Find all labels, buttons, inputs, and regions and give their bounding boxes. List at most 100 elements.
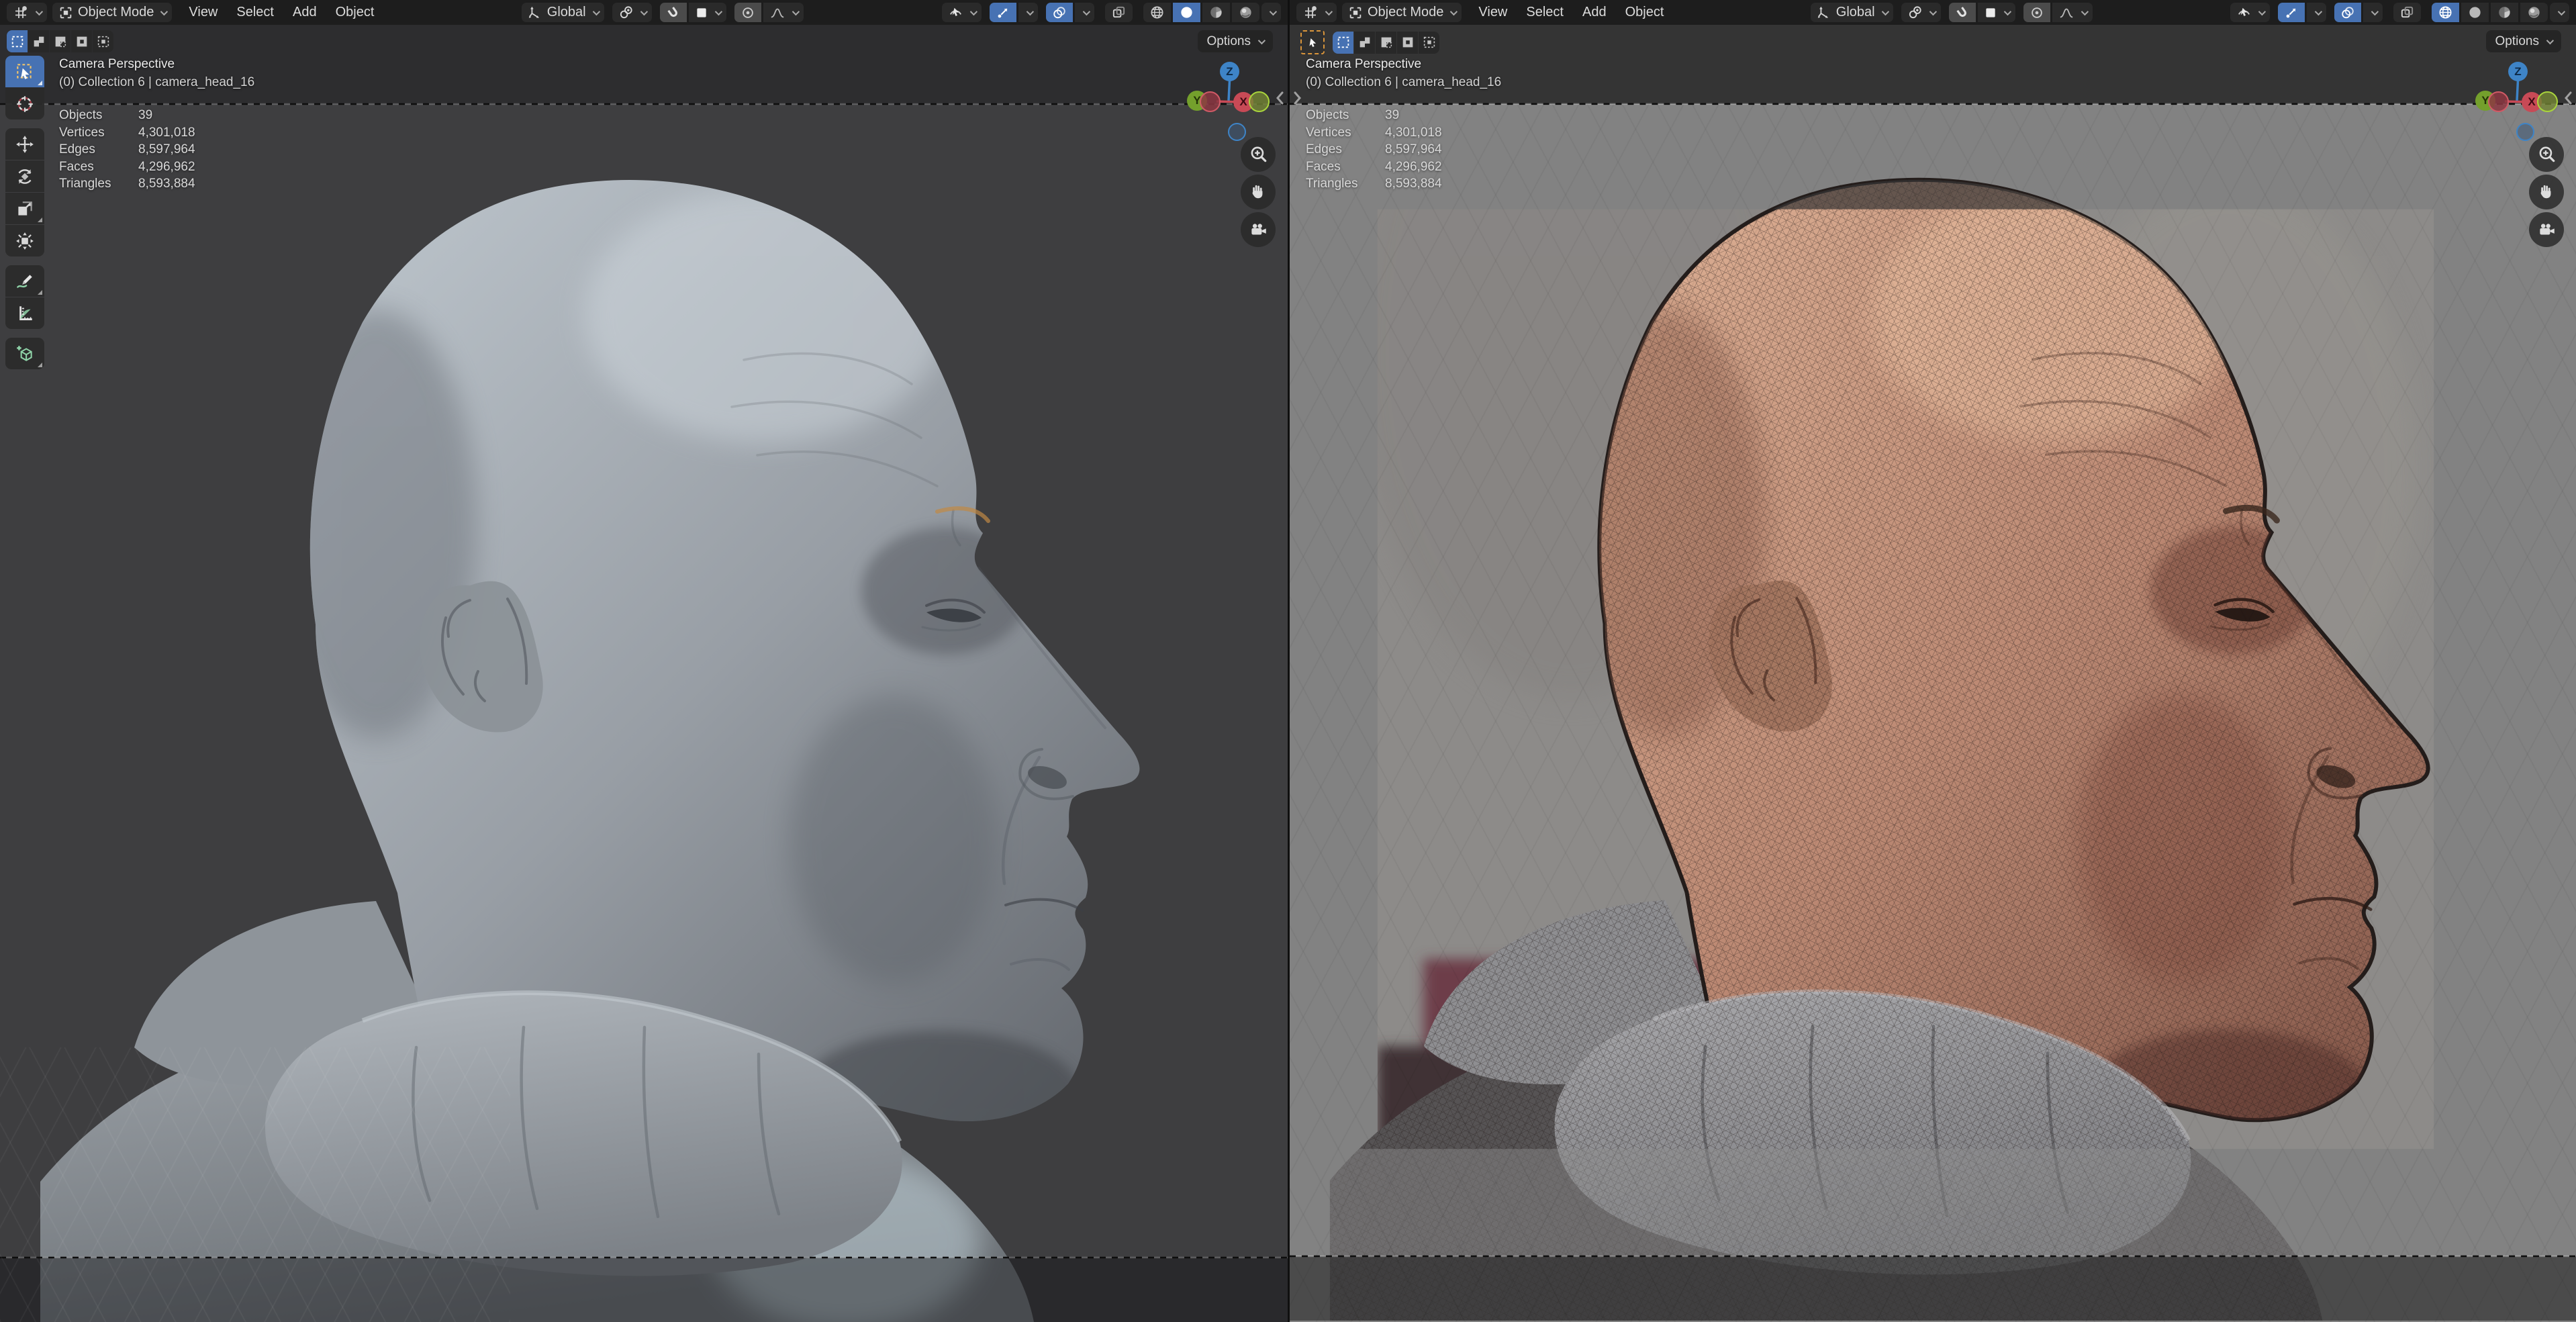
viewport-canvas-right[interactable] <box>1290 0 2576 1321</box>
active-tool-select-box[interactable] <box>1300 30 1325 54</box>
xray-toggle[interactable] <box>2393 3 2421 22</box>
mode-dropdown[interactable]: Object Mode <box>1342 3 1462 22</box>
transform-orientation-dropdown[interactable]: Global <box>522 3 604 22</box>
shading-wireframe-button[interactable] <box>2432 3 2459 22</box>
rotate-icon <box>15 167 35 187</box>
proportional-falloff-dropdown[interactable] <box>763 3 804 22</box>
menu-object[interactable]: Object <box>327 3 383 22</box>
mode-dropdown[interactable]: Object Mode <box>52 3 172 22</box>
camera-view-button[interactable] <box>2529 212 2564 247</box>
show-gizmo-toggle[interactable] <box>990 3 1016 22</box>
stat-label: Vertices <box>59 124 138 142</box>
show-gizmo-toggle[interactable] <box>2278 3 2305 22</box>
viewport-canvas-left[interactable] <box>0 0 1288 1322</box>
pan-button[interactable] <box>1241 175 1276 209</box>
tool-measure[interactable] <box>5 297 44 329</box>
select-intersect-icon <box>1422 35 1437 50</box>
zoom-button[interactable] <box>1241 137 1276 172</box>
select-mode-extend[interactable] <box>28 30 49 52</box>
overlays-settings-dropdown[interactable] <box>2363 3 2383 22</box>
stat-value: 4,301,018 <box>1385 124 1442 142</box>
options-dropdown[interactable]: Options <box>1198 30 1273 52</box>
gizmo-axis-x-neg[interactable] <box>1200 91 1221 112</box>
gizmo-axis-z-neg[interactable] <box>1228 123 1246 141</box>
select-mode-subtract[interactable] <box>1376 32 1396 54</box>
editor-type-selector[interactable] <box>1296 3 1337 22</box>
gizmo-axis-z-neg[interactable] <box>2516 123 2534 141</box>
select-extend-icon <box>1357 35 1372 50</box>
tool-select-box[interactable] <box>5 56 44 87</box>
toolbar-open-arrow[interactable] <box>1290 87 1304 112</box>
chevron-down-icon <box>2258 7 2266 15</box>
gizmo-axis-x-neg[interactable] <box>2488 91 2509 112</box>
shading-rendered-button[interactable] <box>2520 3 2548 22</box>
tool-cursor[interactable] <box>5 88 44 120</box>
shading-material-button[interactable] <box>2491 3 2518 22</box>
select-mode-extend[interactable] <box>1354 32 1375 54</box>
gizmo-settings-dropdown[interactable] <box>2307 3 2326 22</box>
tool-rotate[interactable] <box>5 160 44 192</box>
show-overlays-toggle[interactable] <box>2334 3 2361 22</box>
select-mode-intersect[interactable] <box>93 30 113 52</box>
snap-toggle[interactable] <box>660 3 687 22</box>
gizmo-settings-dropdown[interactable] <box>1018 3 1038 22</box>
snap-settings-dropdown[interactable] <box>1978 3 2015 22</box>
menu-select[interactable]: Select <box>1517 3 1572 22</box>
proportional-editing-toggle[interactable] <box>734 3 761 22</box>
select-mode-intersect[interactable] <box>1419 32 1439 54</box>
shading-rendered-button[interactable] <box>1232 3 1259 22</box>
gizmo-axis-y-neg[interactable] <box>1249 91 1270 112</box>
shading-settings-dropdown[interactable] <box>1261 3 1281 22</box>
object-visibility-dropdown[interactable] <box>2230 3 2270 22</box>
menu-view[interactable]: View <box>180 3 226 22</box>
sidebar-open-arrow[interactable] <box>1274 87 1287 112</box>
camera-view-button[interactable] <box>1241 212 1276 247</box>
chevron-down-icon <box>640 7 647 15</box>
proportional-editing-toggle[interactable] <box>2023 3 2050 22</box>
sidebar-open-arrow[interactable] <box>2562 87 2575 112</box>
menu-add[interactable]: Add <box>284 3 326 22</box>
gizmo-axis-y-neg[interactable] <box>2537 91 2558 112</box>
select-mode-set[interactable] <box>7 30 28 52</box>
tool-transform[interactable] <box>5 225 44 256</box>
shading-material-button[interactable] <box>1202 3 1230 22</box>
overlays-settings-dropdown[interactable] <box>1075 3 1094 22</box>
tool-scale[interactable] <box>5 193 44 224</box>
gizmo-axis-z[interactable]: Z <box>1220 62 1239 81</box>
options-label: Options <box>2495 34 2539 49</box>
menu-view[interactable]: View <box>1470 3 1516 22</box>
editor-type-selector[interactable] <box>7 3 47 22</box>
tool-annotate[interactable] <box>5 265 44 297</box>
proportional-falloff-dropdown[interactable] <box>2052 3 2093 22</box>
magnifier-icon <box>2536 144 2557 164</box>
xray-toggle[interactable] <box>1105 3 1133 22</box>
view-name: Camera Perspective <box>59 55 254 73</box>
transform-orientation-dropdown[interactable]: Global <box>1811 3 1893 22</box>
pivot-point-dropdown[interactable] <box>612 3 652 22</box>
tool-move[interactable] <box>5 128 44 160</box>
stat-label: Triangles <box>59 175 138 193</box>
tool-add-primitive[interactable] <box>5 338 44 369</box>
shading-wireframe-button[interactable] <box>1143 3 1171 22</box>
options-dropdown[interactable]: Options <box>2486 30 2561 52</box>
gizmo-axis-z[interactable]: Z <box>2508 62 2528 81</box>
pan-button[interactable] <box>2529 175 2564 209</box>
shading-solid-button[interactable] <box>2461 3 2489 22</box>
menu-select[interactable]: Select <box>228 3 283 22</box>
stat-value: 8,597,964 <box>1385 141 1442 158</box>
snap-toggle[interactable] <box>1949 3 1976 22</box>
select-mode-set[interactable] <box>1333 32 1353 54</box>
select-mode-invert[interactable] <box>71 30 92 52</box>
show-overlays-toggle[interactable] <box>1046 3 1073 22</box>
pivot-point-dropdown[interactable] <box>1901 3 1941 22</box>
menu-add[interactable]: Add <box>1574 3 1615 22</box>
object-visibility-dropdown[interactable] <box>942 3 982 22</box>
select-mode-subtract[interactable] <box>50 30 70 52</box>
snap-settings-dropdown[interactable] <box>689 3 726 22</box>
pivot-icon <box>618 5 634 20</box>
zoom-button[interactable] <box>2529 137 2564 172</box>
select-mode-invert[interactable] <box>1397 32 1418 54</box>
shading-settings-dropdown[interactable] <box>2550 3 2569 22</box>
shading-solid-button[interactable] <box>1173 3 1200 22</box>
menu-object[interactable]: Object <box>1617 3 1673 22</box>
